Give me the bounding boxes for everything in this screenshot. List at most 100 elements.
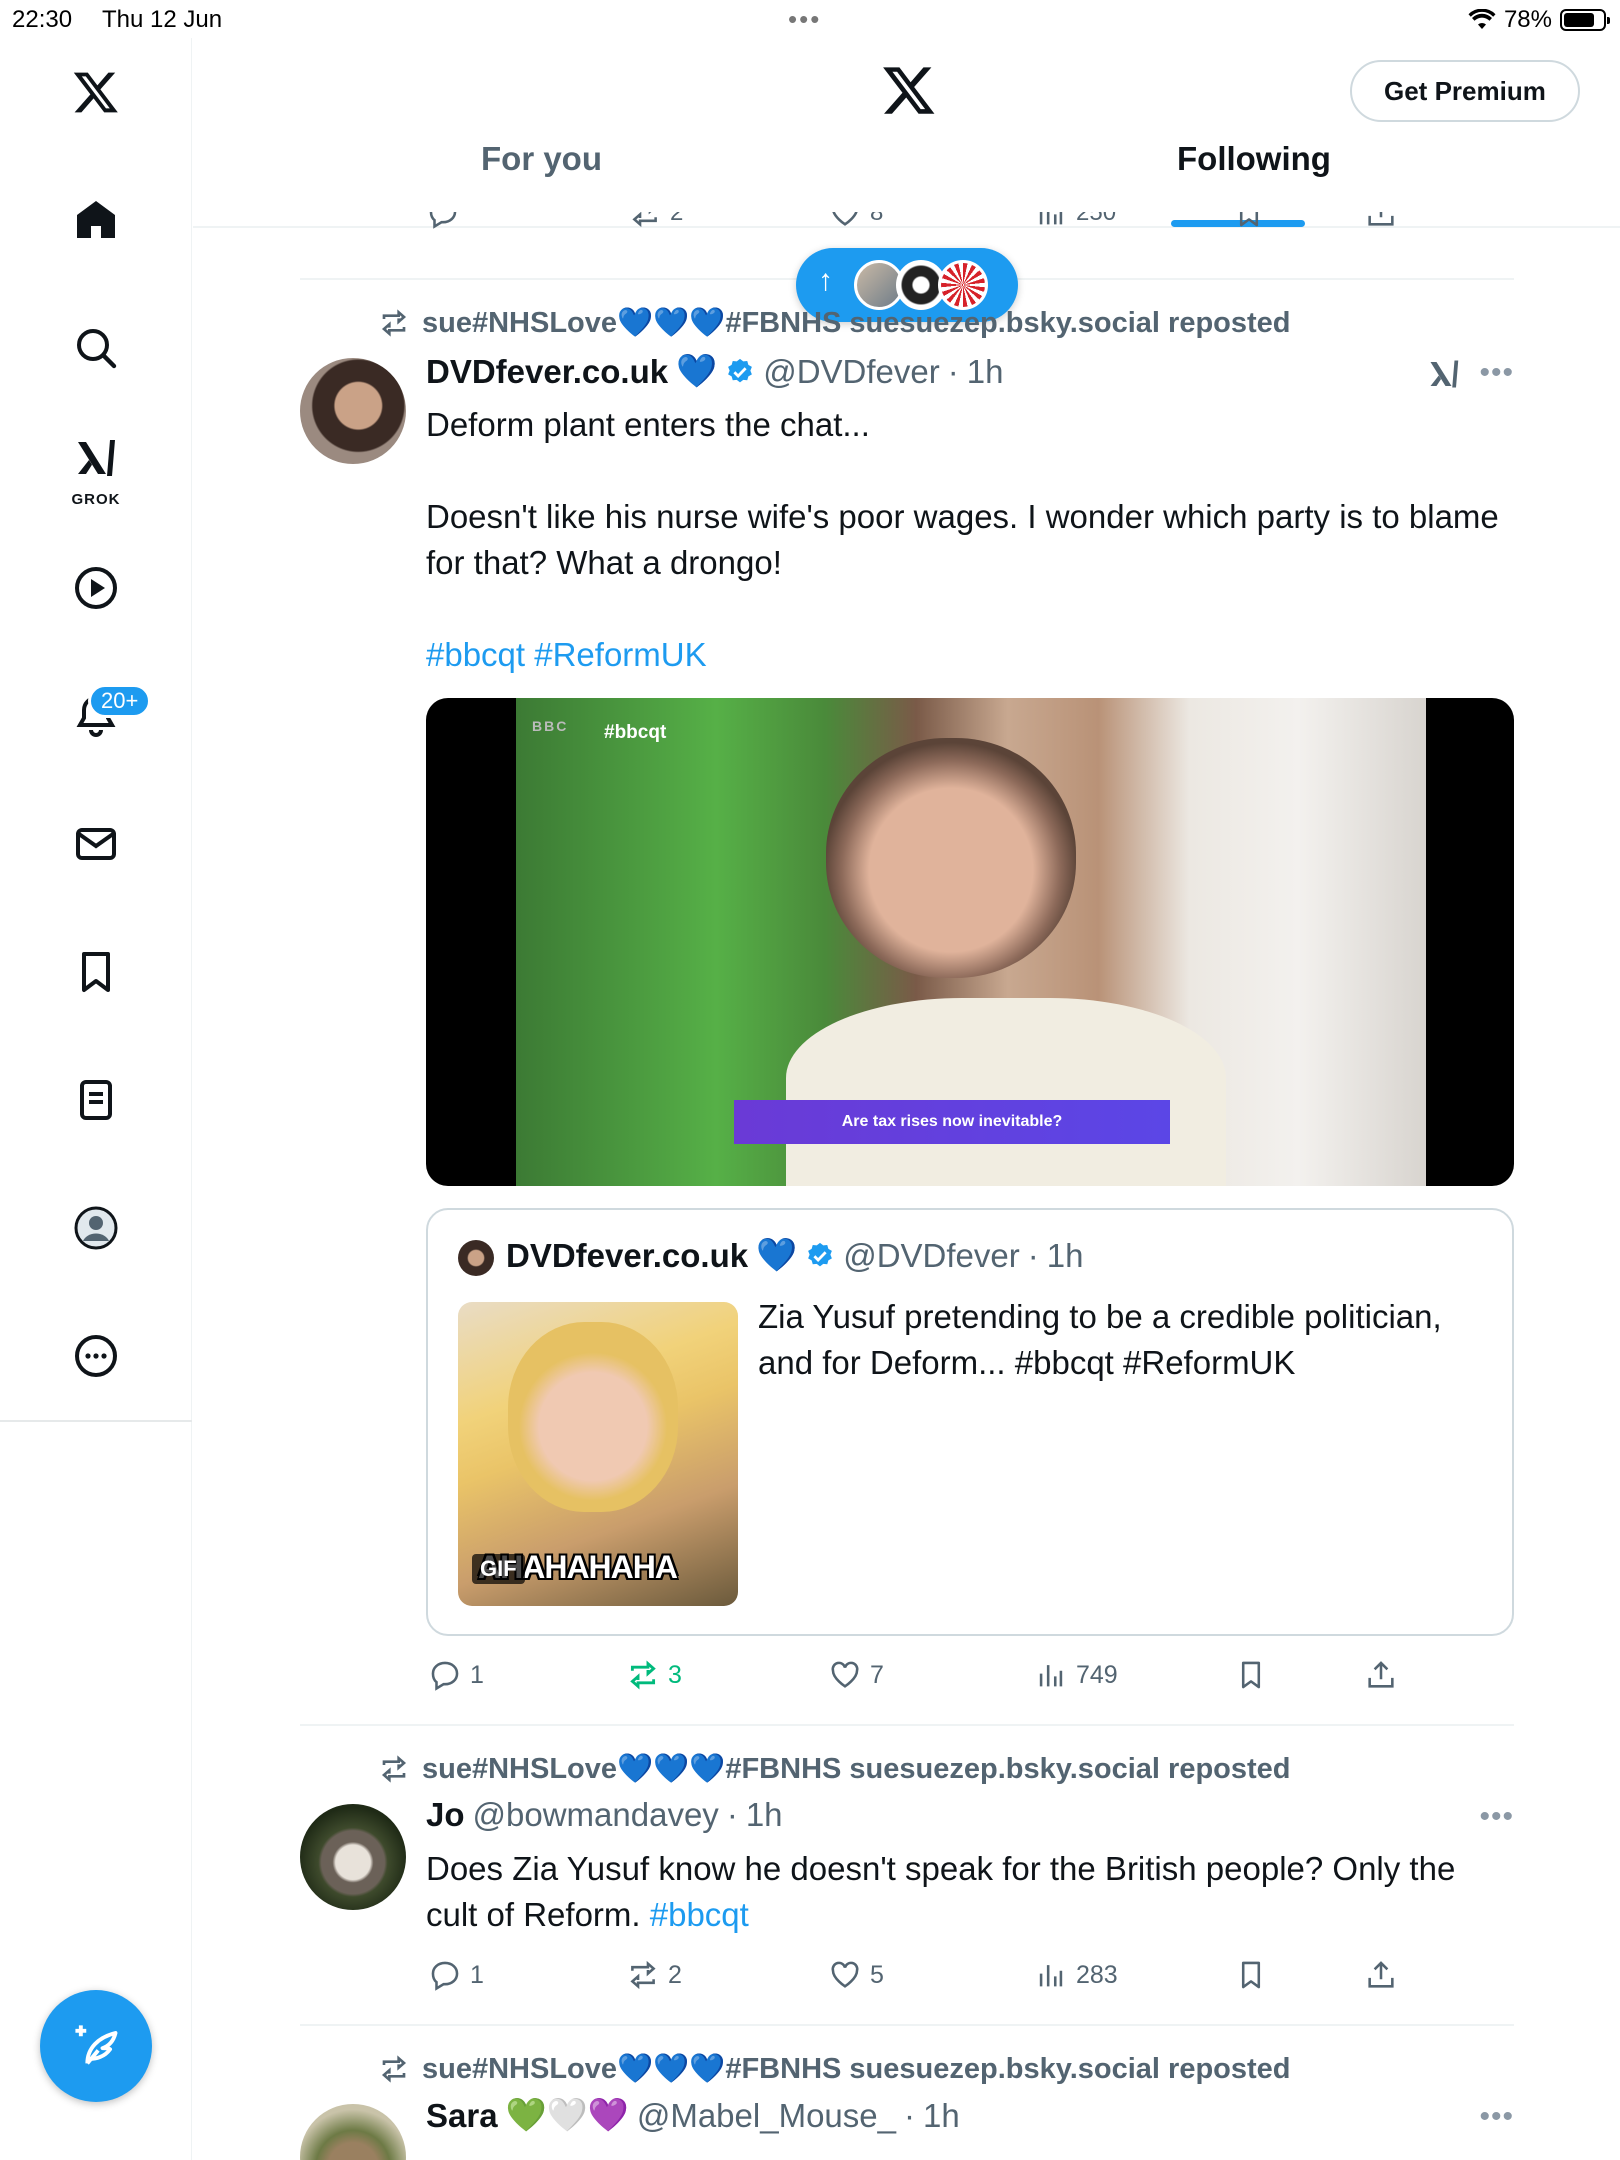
avatar[interactable]: [300, 358, 406, 464]
repost-icon: [630, 1660, 656, 1690]
views-chart-icon: [1039, 1965, 1063, 1987]
tweet-video[interactable]: BBC #bbcqt Are tax rises now inevitable?: [426, 698, 1514, 1186]
profile-avatar-icon[interactable]: [62, 1194, 130, 1262]
repost-button[interactable]: 3: [626, 1658, 682, 1692]
like-count: 8: [870, 212, 884, 226]
grok-icon[interactable]: [1426, 356, 1462, 392]
repost-icon: [632, 212, 657, 228]
reply-icon: [431, 1961, 459, 1991]
avatar[interactable]: [300, 1804, 406, 1910]
repost-count: 2: [670, 212, 684, 226]
more-options-icon[interactable]: •••: [1479, 356, 1514, 390]
share-button[interactable]: [1364, 212, 1398, 230]
bookmark-button[interactable]: [1234, 1958, 1268, 1992]
tweet-header: DVDfever.co.uk 💙 @DVDfever · 1h: [426, 352, 1004, 391]
reply-button[interactable]: [426, 212, 460, 230]
verified-badge-icon: [808, 1242, 833, 1266]
timestamp[interactable]: 1h: [967, 353, 1004, 391]
hashtag-link[interactable]: #bbcqt: [650, 1896, 749, 1933]
like-button[interactable]: 8: [828, 212, 883, 230]
tweet-actions: 1 3 7 749: [426, 1658, 1426, 1698]
hashtag-link[interactable]: #bbcqt #ReformUK: [426, 632, 1514, 678]
timeline-header: Get Premium For you Following: [193, 38, 1620, 228]
heart-icon: [831, 1661, 859, 1688]
share-button[interactable]: [1364, 1958, 1398, 1992]
get-premium-button[interactable]: Get Premium: [1350, 60, 1580, 122]
multitasking-dots-icon[interactable]: •••: [788, 4, 821, 35]
like-button[interactable]: 5: [828, 1958, 884, 1992]
display-name[interactable]: Jo: [426, 1796, 465, 1834]
video-overlay-tag: #bbcqt: [604, 722, 667, 743]
views-button[interactable]: 250: [1034, 212, 1116, 230]
battery-icon: [1560, 9, 1610, 31]
video-figure-shirt: [786, 998, 1226, 1186]
quoted-gif[interactable]: AHAHAHAHA GIF: [458, 1302, 738, 1606]
repost-icon: [381, 2055, 407, 2083]
repost-count: 3: [668, 1660, 682, 1689]
x-logo-icon[interactable]: [62, 58, 130, 126]
wifi-icon: [1468, 9, 1496, 29]
tweet-text-line: Deform plant enters the chat...: [426, 406, 870, 443]
bookmark-icon: [1239, 212, 1259, 227]
bookmarks-icon[interactable]: [62, 938, 130, 1006]
more-options-icon[interactable]: •••: [1479, 2100, 1514, 2134]
tweet[interactable]: sue#NHSLove💙💙💙#FBNHS suesuezep.bsky.soci…: [300, 300, 1514, 1700]
name-emoji: 💙: [676, 352, 718, 389]
more-options-icon[interactable]: •••: [1479, 1800, 1514, 1834]
status-bar: 22:30 Thu 12 Jun ••• 78%: [0, 0, 1620, 38]
tweet-divider: [300, 1724, 1514, 1726]
user-handle[interactable]: @DVDfever: [763, 353, 940, 391]
avatar: [458, 1240, 494, 1276]
bookmark-icon: [1241, 1661, 1261, 1689]
lists-icon[interactable]: [62, 1066, 130, 1134]
bookmark-button[interactable]: [1232, 212, 1266, 230]
tweet[interactable]: sue#NHSLove💙💙💙#FBNHS suesuezep.bsky.soci…: [300, 1746, 1514, 2006]
reply-icon: [431, 1661, 459, 1691]
tweet-text: Does Zia Yusuf know he doesn't speak for…: [426, 1846, 1514, 1938]
repost-button[interactable]: 2: [628, 212, 683, 230]
views-button[interactable]: 283: [1034, 1958, 1118, 1992]
reply-button[interactable]: 1: [428, 1958, 484, 1992]
gif-badge: GIF: [472, 1554, 525, 1584]
sidebar-divider: [0, 1420, 192, 1422]
quoted-tweet-header: DVDfever.co.uk 💙 @DVDfever · 1h: [506, 1236, 1084, 1274]
quoted-tweet[interactable]: DVDfever.co.uk 💙 @DVDfever · 1h AHAHAHAH…: [426, 1208, 1514, 1636]
sidebar: GROK 20+: [0, 38, 192, 2160]
status-time: 22:30: [12, 6, 73, 33]
verified-badge-icon: [728, 358, 753, 382]
timestamp[interactable]: 1h: [746, 1796, 783, 1834]
compose-feather-icon: [75, 2025, 118, 2065]
video-figure: [826, 738, 1076, 978]
messages-envelope-icon[interactable]: [62, 810, 130, 878]
bookmark-button[interactable]: [1234, 1658, 1268, 1692]
display-name[interactable]: Sara: [426, 2097, 498, 2135]
search-icon[interactable]: [62, 314, 130, 382]
video-play-icon[interactable]: [62, 554, 130, 622]
repost-attribution-text: sue#NHSLove💙💙💙#FBNHS suesuezep.bsky.soci…: [422, 1753, 1291, 1785]
timestamp[interactable]: 1h: [923, 2097, 960, 2135]
home-icon[interactable]: [62, 186, 130, 254]
tab-for-you[interactable]: For you: [481, 140, 602, 178]
user-handle[interactable]: @bowmandavey: [473, 1796, 719, 1834]
avatar[interactable]: [300, 2104, 406, 2160]
tweet-actions: 1 2 5 283: [426, 1958, 1426, 1998]
repost-button[interactable]: 2: [626, 1958, 682, 1992]
user-handle[interactable]: @Mabel_Mouse_: [637, 2097, 896, 2135]
share-button[interactable]: [1364, 1658, 1398, 1692]
grok-label: GROK: [71, 491, 121, 508]
like-button[interactable]: 7: [828, 1658, 884, 1692]
arrow-up-icon: ↑: [818, 264, 833, 297]
grok-icon[interactable]: GROK: [62, 424, 130, 508]
repost-attribution: sue#NHSLove💙💙💙#FBNHS suesuezep.bsky.soci…: [378, 1752, 1291, 1786]
more-options-icon[interactable]: [62, 1322, 130, 1390]
tab-following[interactable]: Following: [1177, 140, 1331, 178]
views-count: 250: [1076, 212, 1117, 226]
repost-attribution-text: sue#NHSLove💙💙💙#FBNHS suesuezep.bsky.soci…: [422, 2053, 1291, 2085]
x-logo-icon[interactable]: [881, 62, 937, 118]
tweet[interactable]: sue#NHSLove💙💙💙#FBNHS suesuezep.bsky.soci…: [300, 2046, 1514, 2160]
compose-post-button[interactable]: [40, 1990, 152, 2102]
previous-tweet-actions: 2 8 250: [420, 212, 1420, 242]
views-button[interactable]: 749: [1034, 1658, 1118, 1692]
display-name[interactable]: DVDfever.co.uk: [426, 353, 668, 391]
reply-button[interactable]: 1: [428, 1658, 484, 1692]
